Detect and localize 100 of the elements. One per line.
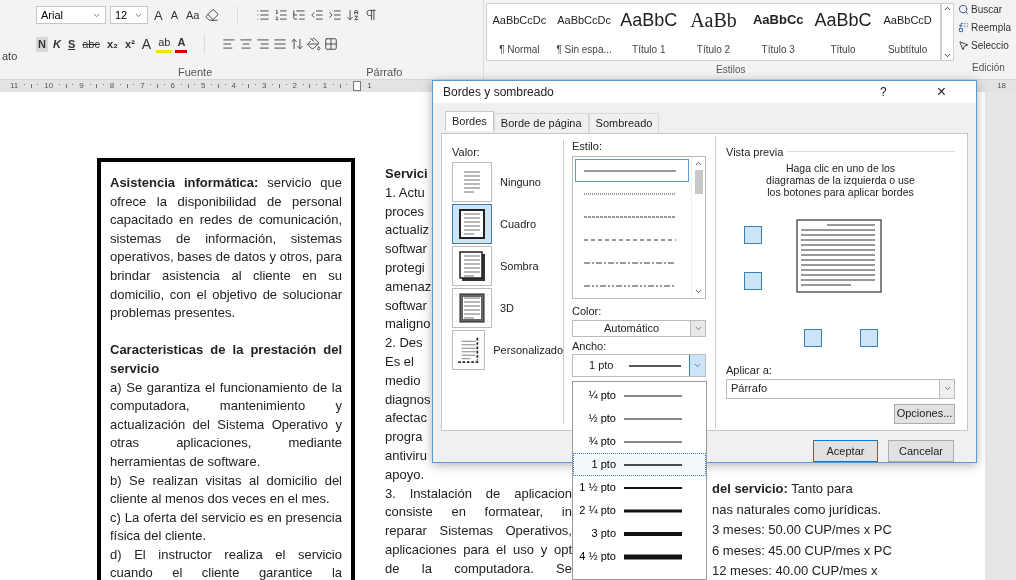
cancel-button[interactable]: Cancelar bbox=[888, 440, 954, 462]
close-button[interactable]: × bbox=[936, 83, 946, 100]
field-label: Color: bbox=[572, 304, 603, 320]
ruler-number: 6 bbox=[170, 80, 176, 92]
line-sample-icon bbox=[624, 415, 682, 422]
section-label: Vista previa bbox=[726, 144, 784, 160]
indent-marker-icon[interactable] bbox=[353, 81, 362, 91]
scrollbar[interactable] bbox=[691, 157, 705, 299]
text-line: amenaz bbox=[385, 277, 432, 296]
width-option[interactable]: ½ pto bbox=[573, 407, 706, 430]
line-spacing-icon[interactable] bbox=[290, 37, 305, 51]
font-name-field[interactable]: Arial bbox=[36, 6, 106, 24]
border-left-toggle[interactable] bbox=[804, 329, 822, 348]
line-sample-icon bbox=[624, 392, 682, 399]
align-right-icon[interactable] bbox=[256, 37, 271, 51]
grow-font-button[interactable]: A bbox=[152, 7, 165, 23]
border-right-toggle[interactable] bbox=[860, 329, 878, 348]
help-button[interactable]: ? bbox=[879, 82, 887, 101]
align-center-icon[interactable] bbox=[239, 37, 254, 51]
underline-button[interactable]: S bbox=[65, 36, 78, 52]
style-item[interactable]: AaBbC Título 1 bbox=[616, 4, 682, 60]
text-line: consiste en formatear, in bbox=[385, 503, 572, 522]
ok-button[interactable]: Aceptar bbox=[813, 440, 878, 462]
tab[interactable]: Bordes bbox=[445, 110, 494, 131]
width-option[interactable]: 3 pto bbox=[573, 522, 706, 545]
line-sample-icon bbox=[624, 484, 682, 491]
editing-button[interactable]: Reempla bbox=[958, 20, 1012, 35]
pilcrow-icon[interactable] bbox=[364, 8, 379, 22]
setting-option[interactable] bbox=[452, 204, 492, 245]
width-option[interactable]: 1 pto bbox=[573, 453, 706, 476]
ruler-number: 1 bbox=[367, 80, 372, 92]
width-dropdown[interactable]: 1 pto bbox=[572, 354, 706, 378]
width-option[interactable]: ¼ pto bbox=[573, 384, 706, 407]
box-border-icon bbox=[459, 209, 485, 240]
style-item[interactable]: AaBbC Título bbox=[810, 4, 876, 60]
shrink-font-button[interactable]: A bbox=[168, 7, 180, 23]
line-sample-icon bbox=[584, 284, 676, 287]
width-option[interactable]: 1 ½ pto bbox=[573, 476, 706, 499]
paint-bucket-icon[interactable] bbox=[307, 37, 322, 51]
ruler-number: 7 bbox=[140, 80, 145, 92]
setting-option[interactable] bbox=[452, 246, 492, 287]
apply-to-dropdown[interactable]: Párrafo bbox=[726, 378, 955, 399]
multilevel-list-icon[interactable] bbox=[292, 8, 307, 22]
borders-icon[interactable] bbox=[324, 37, 339, 51]
text-line: 3 meses: 50.00 CUP/mes x PC bbox=[712, 521, 892, 539]
decrease-indent-icon[interactable] bbox=[310, 8, 325, 22]
superscript-button[interactable]: x² bbox=[123, 36, 137, 52]
no-border-icon bbox=[463, 171, 481, 193]
bold-button[interactable]: N bbox=[36, 36, 48, 52]
style-item[interactable]: AaBbCcD Subtítulo bbox=[875, 4, 941, 60]
numbered-list-icon[interactable] bbox=[274, 8, 289, 22]
shadow-border-icon bbox=[459, 251, 485, 282]
sort-icon[interactable] bbox=[346, 8, 361, 22]
style-item[interactable]: AaBbCcDc ¶ Normal bbox=[487, 4, 552, 60]
style-item[interactable]: AaBbCcDc ¶ Sin espa... bbox=[551, 4, 617, 60]
text-line: softwar bbox=[385, 296, 427, 315]
width-option[interactable]: 2 ¼ pto bbox=[573, 499, 706, 522]
editing-button[interactable]: Buscar bbox=[958, 2, 1012, 17]
line-style-option[interactable] bbox=[575, 159, 689, 183]
setting-option[interactable] bbox=[452, 330, 486, 371]
strikethrough-button[interactable]: abc bbox=[80, 36, 102, 52]
ruler-number: 8 bbox=[109, 80, 115, 92]
scroll-down-icon[interactable] bbox=[943, 51, 952, 60]
option-label: Personalizado bbox=[493, 343, 563, 358]
tab[interactable]: Borde de página bbox=[493, 112, 589, 133]
width-option[interactable]: ¾ pto bbox=[573, 430, 706, 453]
border-bottom-toggle[interactable] bbox=[744, 272, 762, 291]
line-sample-icon bbox=[584, 169, 676, 172]
pointer-icon bbox=[958, 40, 969, 51]
options-button[interactable]: Opciones... bbox=[894, 403, 955, 424]
bullet-list-icon[interactable] bbox=[256, 8, 271, 22]
text-line: diagnos bbox=[385, 390, 431, 409]
eraser-icon[interactable] bbox=[205, 8, 220, 22]
tab[interactable]: Sombreado bbox=[588, 112, 660, 133]
color-dropdown[interactable]: Automático bbox=[572, 319, 706, 337]
italic-button[interactable]: K bbox=[50, 36, 63, 52]
style-item[interactable]: AaBb Título 2 bbox=[681, 4, 746, 60]
change-case-button[interactable]: Aa bbox=[184, 7, 202, 23]
align-left-icon[interactable] bbox=[222, 37, 237, 51]
font-color-button[interactable]: A bbox=[175, 35, 188, 53]
scroll-thumb[interactable] bbox=[694, 170, 703, 195]
scroll-up-icon[interactable] bbox=[943, 4, 952, 13]
width-option[interactable]: 4 ½ pto bbox=[573, 545, 706, 568]
style-item[interactable]: AaBbCc Título 3 bbox=[745, 4, 811, 60]
text-line: antiviru bbox=[385, 446, 427, 465]
text-effects-button[interactable]: A bbox=[139, 36, 154, 52]
highlight-button[interactable]: ab bbox=[156, 35, 173, 53]
text-line: actualiz bbox=[385, 221, 430, 240]
border-top-toggle[interactable] bbox=[744, 226, 762, 245]
setting-option[interactable] bbox=[452, 288, 492, 329]
ruler-number: 1 bbox=[322, 80, 328, 92]
align-justify-icon[interactable] bbox=[273, 37, 288, 51]
option-label: Sombra bbox=[500, 259, 539, 274]
style-list[interactable] bbox=[572, 156, 706, 300]
subscript-button[interactable]: x₂ bbox=[105, 36, 120, 52]
increase-indent-icon[interactable] bbox=[328, 8, 343, 22]
group-label: Fuente bbox=[178, 65, 213, 80]
line-sample-icon bbox=[584, 238, 676, 241]
editing-button[interactable]: Seleccio bbox=[958, 38, 1012, 53]
font-size-field[interactable]: 12 bbox=[110, 6, 148, 24]
